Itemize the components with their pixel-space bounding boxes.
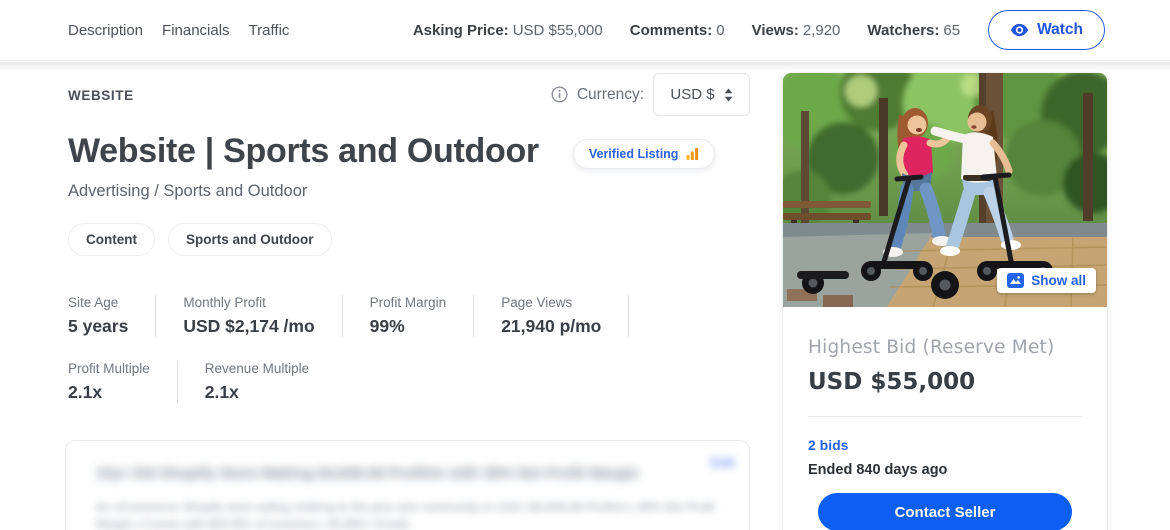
auction-ended-text: Ended 840 days ago (808, 462, 948, 478)
navbar-shadow (0, 62, 1170, 71)
stat-profit-multiple: Profit Multiple 2.1x (68, 361, 178, 403)
tags-row: Content Sports and Outdoor (68, 223, 750, 256)
nav-stats: Asking Price: USD $55,000 Comments: 0 View… (413, 22, 960, 39)
gallery-icon (1007, 273, 1025, 288)
stat-value: 5 years (68, 316, 129, 336)
verified-listing-badge[interactable]: Verified Listing (572, 138, 716, 169)
nav-link-financials[interactable]: Financials (162, 22, 230, 39)
views-label: Views: (751, 21, 799, 39)
stat-value: 21,940 p/mo (501, 316, 602, 336)
listing-type-kicker: WEBSITE (68, 88, 134, 103)
stat-site-age: Site Age 5 years (68, 295, 157, 337)
stat-page-views: Page Views 21,940 p/mo (501, 295, 630, 337)
stats-row-2: Profit Multiple 2.1x Revenue Multiple 2.… (68, 361, 750, 403)
watchers-label: Watchers: (867, 21, 940, 39)
listing-header-row: WEBSITE Currency: USD $ (68, 73, 750, 116)
listing-page: Description Financials Traffic Asking Pr… (0, 0, 1170, 530)
currency-select[interactable]: USD $ (653, 73, 750, 116)
category-breadcrumb: Advertising / Sports and Outdoor (68, 182, 308, 200)
stat-monthly-profit: Monthly Profit USD $2,174 /mo (183, 295, 343, 337)
highest-bid-label: Highest Bid (Reserve Met) (808, 337, 1055, 358)
views-value: 2,920 (802, 21, 841, 39)
show-all-button[interactable]: Show all (997, 268, 1096, 293)
bids-count-link[interactable]: 2 bids (808, 437, 848, 453)
stat-label: Page Views (501, 295, 573, 310)
stat-revenue-multiple: Revenue Multiple 2.1x (205, 361, 336, 403)
stat-value: 99% (369, 316, 405, 336)
watch-button-label: Watch (1037, 21, 1083, 38)
watchers-stat: Watchers: 65 (867, 22, 960, 39)
currency-label: Currency: (576, 85, 644, 103)
tag-sports-and-outdoor[interactable]: Sports and Outdoor (168, 223, 332, 256)
highest-bid-amount: USD $55,000 (808, 369, 976, 395)
info-icon[interactable] (551, 86, 568, 103)
stat-label: Site Age (68, 295, 119, 310)
asking-price-stat: Asking Price: USD $55,000 (413, 22, 603, 39)
listing-photo[interactable]: Show all (783, 73, 1107, 307)
comments-value: 0 (716, 21, 725, 39)
stat-label: Profit Multiple (68, 361, 150, 376)
eye-icon (1010, 23, 1029, 37)
select-arrows-icon (724, 88, 733, 102)
stat-value: 2.1x (68, 382, 103, 402)
title-row: Website | Sports and Outdoor Verified Li… (68, 132, 750, 171)
currency-control: Currency: USD $ (551, 73, 750, 116)
bid-section: Highest Bid (Reserve Met) USD $55,000 2 … (783, 307, 1107, 530)
blurred-teaser-card[interactable]: Edit 10yr Old Shopify Store Making $4,60… (65, 440, 750, 530)
stat-profit-margin: Profit Margin 99% (370, 295, 475, 337)
stats-row-1: Site Age 5 years Monthly Profit USD $2,1… (68, 295, 750, 337)
nav-links: Description Financials Traffic (68, 22, 289, 39)
views-stat: Views: 2,920 (752, 22, 841, 39)
asking-price-label: Asking Price: (412, 21, 509, 39)
watch-button[interactable]: Watch (988, 10, 1105, 50)
tag-content[interactable]: Content (68, 223, 155, 256)
stat-value: USD $2,174 /mo (183, 316, 315, 336)
show-all-label: Show all (1031, 273, 1086, 288)
listing-main: WEBSITE Currency: USD $ Website | Sports… (68, 73, 750, 403)
bid-divider (808, 416, 1082, 417)
nav-link-traffic[interactable]: Traffic (249, 22, 290, 39)
stat-label: Monthly Profit (183, 295, 266, 310)
blurred-teaser-body: An eCommerce Shopify store selling cloth… (96, 500, 715, 530)
verified-listing-label: Verified Listing (588, 146, 679, 161)
top-navbar: Description Financials Traffic Asking Pr… (0, 0, 1170, 61)
stat-label: Profit Margin (369, 295, 447, 310)
currency-selected-value: USD $ (670, 86, 715, 103)
nav-link-description[interactable]: Description (68, 22, 143, 39)
page-title: Website | Sports and Outdoor (68, 132, 539, 170)
bid-sidebar-card: Show all Highest Bid (Reserve Met) USD $… (783, 73, 1107, 530)
stat-value: 2.1x (204, 382, 239, 402)
contact-seller-button[interactable]: Contact Seller (818, 493, 1072, 530)
asking-price-value: USD $55,000 (512, 21, 603, 39)
stat-label: Revenue Multiple (204, 361, 310, 376)
comments-label: Comments: (629, 21, 713, 39)
watchers-value: 65 (943, 21, 961, 39)
bar-chart-icon (686, 147, 699, 160)
blurred-teaser-heading[interactable]: 10yr Old Shopify Store Making $4,606.69 … (96, 465, 719, 482)
comments-stat: Comments: 0 (630, 22, 725, 39)
